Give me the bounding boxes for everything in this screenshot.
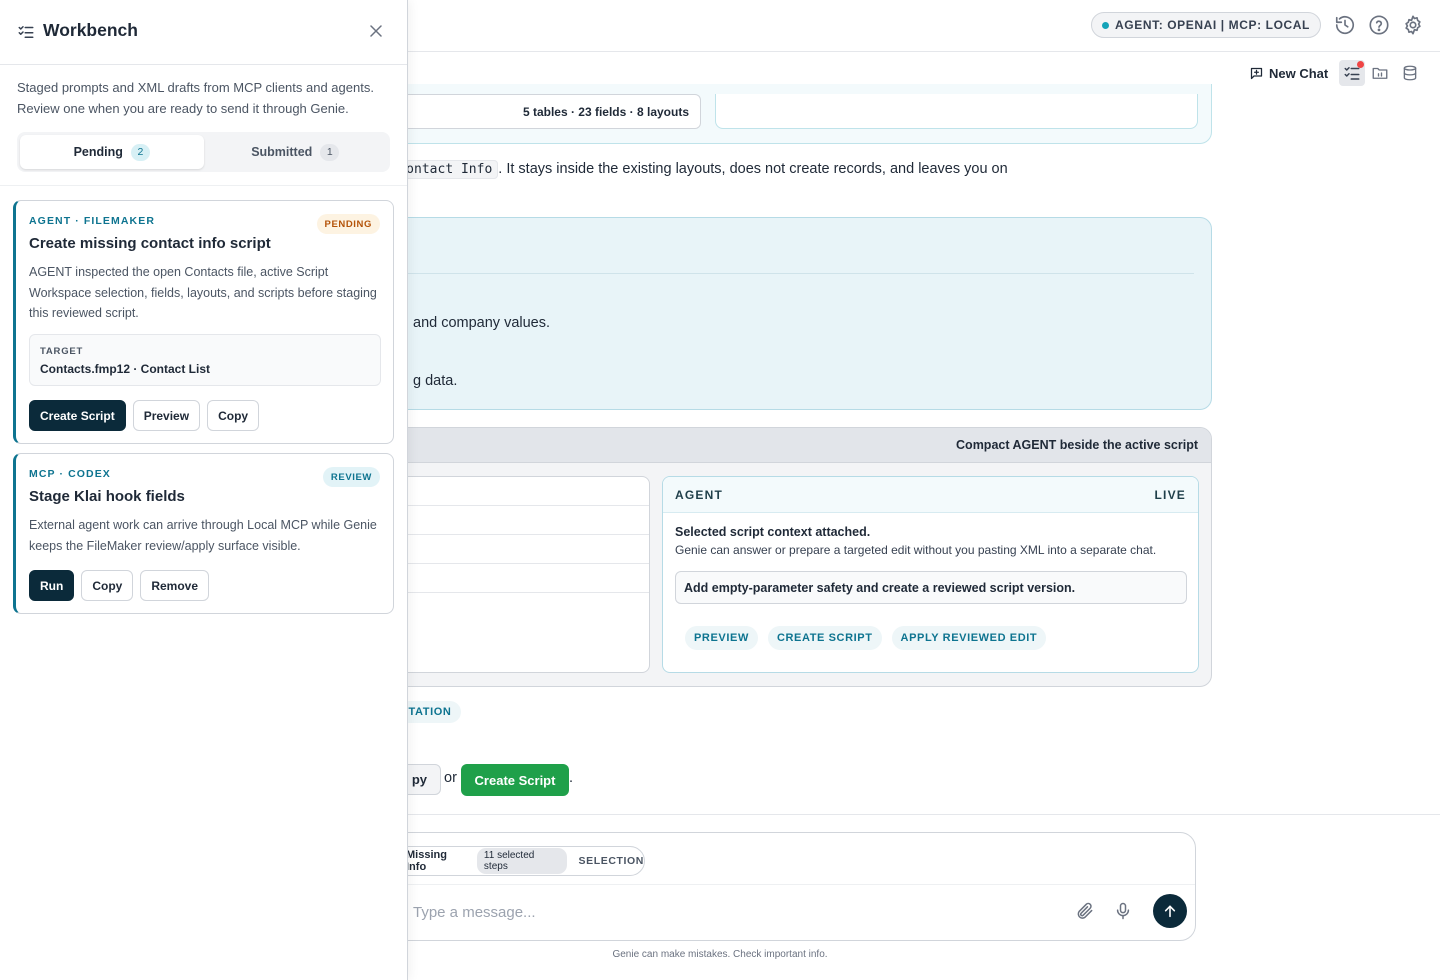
item-source-label: MCP · CODEX [29, 468, 111, 480]
item-source-label: AGENT · FILEMAKER [29, 215, 156, 227]
composer-divider [301, 884, 1195, 885]
message-composer: Missing Info 11 selected steps SELECTION [300, 832, 1196, 941]
paragraph-tail: . It stays inside the existing layouts, … [498, 161, 1008, 177]
compact-agent-header-text: Compact AGENT beside the active script [956, 438, 1198, 452]
context-text: Genie can answer or prepare a targeted e… [675, 543, 1157, 557]
create-script-button[interactable]: Create Script [461, 764, 569, 796]
agent-status-label: AGENT: OPENAI | MCP: LOCAL [1115, 18, 1310, 32]
remove-button[interactable]: Remove [140, 570, 210, 601]
folder-icon[interactable] [1367, 60, 1393, 86]
agent-side-card: AGENT LIVE Selected script context attac… [662, 476, 1199, 673]
database-icon[interactable] [1397, 60, 1423, 86]
schema-detail-card [715, 94, 1198, 129]
arrow-up-icon [1164, 905, 1176, 918]
or-text: or [444, 770, 457, 786]
copy-button[interactable]: Copy [207, 400, 260, 431]
copy-button-label: py [411, 772, 427, 787]
agent-card-header: AGENT LIVE [663, 477, 1198, 513]
workbench-item-card: MCP · CODEX REVIEW Stage Klai hook field… [13, 453, 394, 614]
workbench-description: Staged prompts and XML drafts from MCP c… [17, 80, 374, 116]
workbench-panel: Workbench Staged prompts and XML drafts … [0, 0, 408, 980]
send-button[interactable] [1153, 894, 1187, 928]
close-panel-button[interactable] [364, 20, 388, 44]
message-input[interactable] [413, 897, 1053, 927]
new-chat-button[interactable]: New Chat [1249, 62, 1328, 84]
target-value: Contacts.fmp12 · Contact List [40, 362, 211, 376]
context-title: Selected script context attached. [675, 525, 871, 539]
workbench-header: Workbench [0, 0, 407, 65]
sentence-period: . [569, 770, 574, 786]
tab-pending-label: Pending [73, 145, 123, 159]
target-label: TARGET [40, 346, 84, 357]
workbench-item-card: AGENT · FILEMAKER PENDING Create missing… [13, 200, 394, 444]
item-actions: Run Copy Remove [29, 570, 210, 601]
selected-steps-badge: 11 selected steps [476, 848, 567, 874]
item-title: Stage Klai hook fields [29, 488, 185, 505]
apply-reviewed-edit-chip-button[interactable]: APPLY REVIEWED EDIT [891, 626, 1047, 650]
context-chip-label: Missing Info [406, 849, 447, 873]
item-actions: Create Script Preview Copy [29, 400, 260, 431]
plan-divider [401, 273, 1194, 274]
target-box: TARGET Contacts.fmp12 · Contact List [29, 334, 381, 386]
history-icon[interactable] [1334, 14, 1356, 36]
help-icon[interactable] [1368, 14, 1390, 36]
agent-card-actions: PREVIEW CREATE SCRIPT APPLY REVIEWED EDI… [685, 626, 1047, 650]
status-badge: REVIEW [322, 467, 380, 487]
tab-pending[interactable]: Pending 2 [20, 135, 204, 169]
workbench-title: Workbench [43, 20, 138, 40]
item-description: External agent work can arrive through L… [29, 518, 377, 553]
preview-chip-button[interactable]: PREVIEW [685, 626, 758, 650]
schema-summary-text: 5 tables · 23 fields · 8 layouts [522, 104, 689, 119]
new-chat-icon [1250, 67, 1263, 79]
agent-live-badge: LIVE [1154, 487, 1186, 502]
plan-line: g data. [413, 373, 458, 389]
microphone-icon[interactable] [1113, 901, 1133, 921]
agent-prompt-field[interactable]: Add empty-parameter safety and create a … [675, 571, 1187, 604]
notification-dot [1357, 61, 1364, 68]
tab-submitted-count: 1 [320, 143, 340, 161]
plan-line: and company values. [413, 315, 551, 331]
tab-submitted-label: Submitted [251, 145, 313, 159]
tab-submitted[interactable]: Submitted 1 [204, 135, 388, 169]
status-badge: PENDING [316, 214, 380, 234]
create-script-chip-button[interactable]: CREATE SCRIPT [767, 626, 882, 650]
panel-divider [0, 185, 407, 186]
new-chat-label: New Chat [1269, 65, 1329, 81]
item-description: AGENT inspected the open Contacts file, … [29, 265, 377, 320]
agent-card-title: AGENT [675, 487, 723, 502]
selection-mode-label: SELECTION [578, 855, 644, 867]
checklist-icon [17, 23, 35, 41]
settings-icon[interactable] [1402, 14, 1424, 36]
close-icon [370, 24, 382, 37]
attach-icon[interactable] [1075, 901, 1095, 921]
create-script-button[interactable]: Create Script [29, 400, 126, 431]
workbench-tabs: Pending 2 Submitted 1 [17, 132, 390, 172]
preview-button[interactable]: Preview [132, 400, 201, 431]
workbench-toggle-icon[interactable] [1339, 60, 1365, 86]
tab-pending-count: 2 [130, 143, 150, 161]
run-button[interactable]: Run [29, 570, 75, 601]
copy-button[interactable]: Copy [81, 570, 134, 601]
agent-status-pill[interactable]: AGENT: OPENAI | MCP: LOCAL [1091, 12, 1321, 38]
item-title: Create missing contact info script [29, 235, 271, 252]
status-dot [1102, 21, 1110, 29]
agent-prompt-text: Add empty-parameter safety and create a … [684, 580, 1076, 595]
